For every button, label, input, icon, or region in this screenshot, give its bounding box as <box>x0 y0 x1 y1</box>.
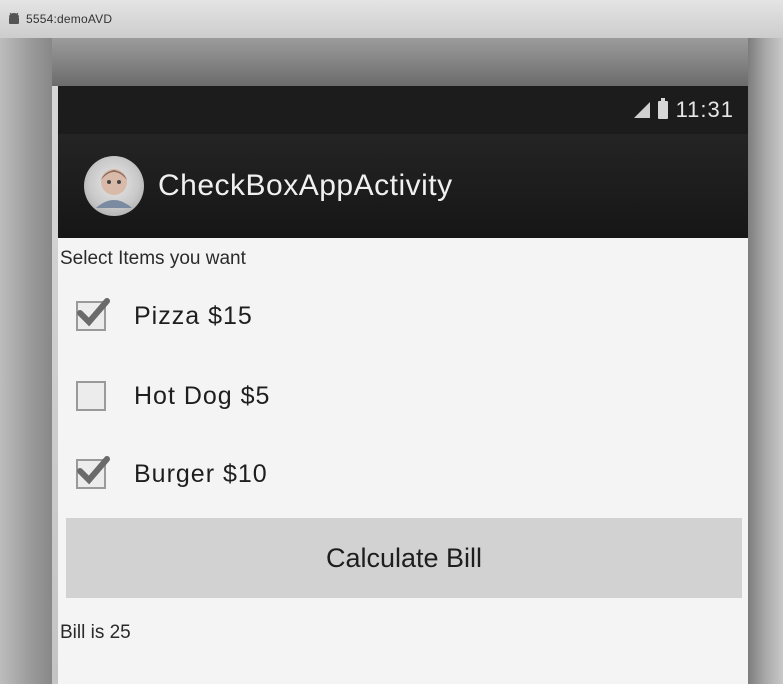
device-bezel-top <box>52 38 748 86</box>
emulator-titlebar: 5554:demoAVD <box>0 0 783 38</box>
app-title: CheckBoxAppActivity <box>158 169 453 202</box>
signal-icon <box>632 100 652 120</box>
checkbox-label: Pizza $15 <box>134 301 253 330</box>
checkbox-box[interactable] <box>76 456 110 489</box>
phone-screen: 11:31 CheckBoxAppActivity Select Items y… <box>58 86 748 684</box>
checkbox-box[interactable] <box>76 381 106 411</box>
main-content: Select Items you want Pizza $15 Hot Dog … <box>58 238 748 684</box>
device-bezel-left <box>0 38 52 684</box>
status-clock: 11:31 <box>675 97 734 122</box>
prompt-text: Select Items you want <box>60 248 246 269</box>
checkmark-icon <box>77 456 110 485</box>
status-bar: 11:31 <box>58 86 748 134</box>
checkbox-hot-dog[interactable]: Hot Dog $5 <box>76 366 476 426</box>
android-icon <box>6 11 22 27</box>
checkbox-burger[interactable]: Burger $10 <box>76 444 476 504</box>
action-bar: CheckBoxAppActivity <box>58 134 748 238</box>
checkbox-box[interactable] <box>76 298 110 331</box>
battery-icon <box>657 98 668 119</box>
device-bezel-right <box>748 38 783 684</box>
emulator-window: 5554:demoAVD 11:31 CheckBoxAppActivity S… <box>0 0 783 684</box>
bill-result-text: Bill is 25 <box>60 622 131 643</box>
checkbox-label: Hot Dog $5 <box>134 381 271 410</box>
emulator-title: 5554:demoAVD <box>26 12 113 26</box>
checkmark-icon <box>77 298 110 327</box>
checkbox-label: Burger $10 <box>134 459 268 488</box>
checkbox-pizza[interactable]: Pizza $15 <box>76 286 476 346</box>
calculate-bill-button[interactable]: Calculate Bill <box>66 518 742 598</box>
app-avatar-icon <box>84 156 144 216</box>
